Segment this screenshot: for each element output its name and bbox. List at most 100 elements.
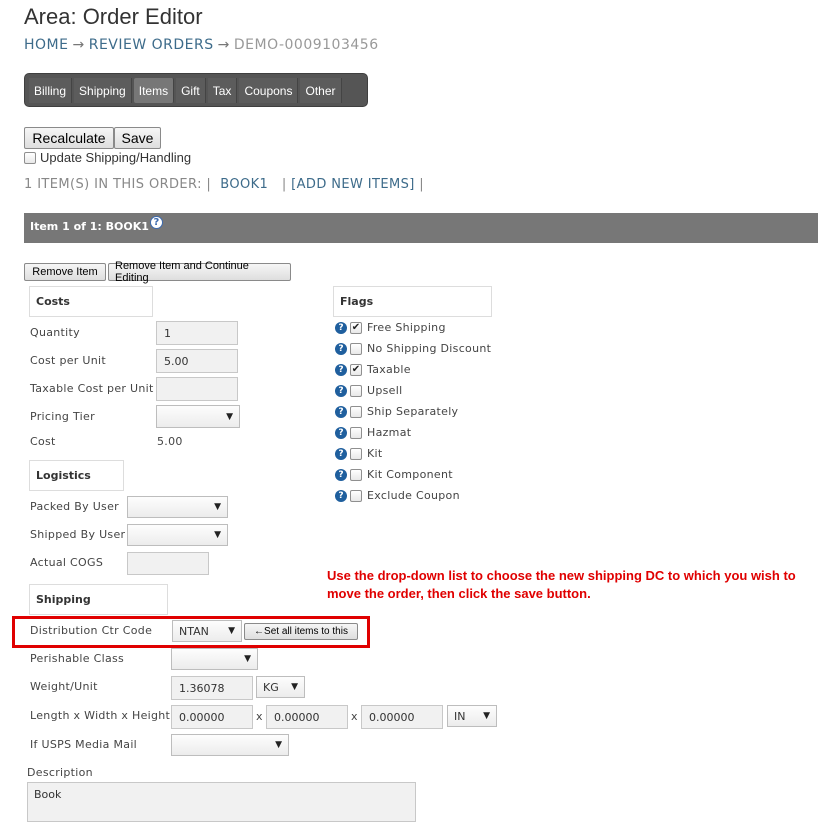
taxable-cost-label: Taxable Cost per Unit xyxy=(30,382,154,395)
help-icon[interactable]: ? xyxy=(335,321,347,334)
help-icon[interactable]: ? xyxy=(335,405,347,418)
flag-checkbox[interactable] xyxy=(350,405,362,418)
breadcrumb-arrow-icon: → xyxy=(72,37,85,53)
flag-label: Hazmat xyxy=(367,426,412,439)
usps-media-mail-label: If USPS Media Mail xyxy=(30,738,138,751)
flag-ship-separately: ? Ship Separately xyxy=(335,405,491,418)
tab-tax[interactable]: Tax xyxy=(207,78,238,103)
help-icon[interactable]: ? xyxy=(335,363,347,376)
width-field[interactable]: 0.00000 xyxy=(266,705,348,729)
flag-checkbox[interactable]: ✔ xyxy=(350,363,362,376)
tab-coupons[interactable]: Coupons xyxy=(239,78,299,103)
flag-checkbox[interactable] xyxy=(350,384,362,397)
chevron-down-icon: ▼ xyxy=(291,682,298,692)
flag-hazmat: ? Hazmat xyxy=(335,426,491,439)
breadcrumb: HOME → REVIEW ORDERS → DEMO-0009103456 xyxy=(24,37,379,53)
weight-unit-value: KG xyxy=(263,680,279,694)
help-icon[interactable]: ? xyxy=(335,468,347,481)
help-icon[interactable]: ? xyxy=(149,216,163,229)
packed-by-select[interactable]: ▼ xyxy=(127,496,228,518)
weight-unit-select[interactable]: KG ▼ xyxy=(256,676,305,698)
cost-value: 5.00 xyxy=(157,435,183,448)
quantity-field[interactable]: 1 xyxy=(156,321,238,345)
flags-list: ? ✔ Free Shipping ? No Shipping Discount ? ✔… xyxy=(335,321,491,502)
tab-items[interactable]: Items xyxy=(133,78,175,103)
shipped-by-label: Shipped By User xyxy=(30,528,126,541)
update-shipping-label: Update Shipping/Handling xyxy=(40,150,192,165)
save-button[interactable]: Save xyxy=(114,127,161,149)
packed-by-label: Packed By User xyxy=(30,500,119,513)
breadcrumb-review-orders[interactable]: REVIEW ORDERS xyxy=(89,37,214,53)
page-title: Area: Order Editor xyxy=(24,4,203,29)
help-icon[interactable]: ? xyxy=(335,384,347,397)
set-all-items-button[interactable]: ←Set all items to this xyxy=(244,623,358,640)
flag-free-shipping: ? ✔ Free Shipping xyxy=(335,321,491,334)
chevron-down-icon: ▼ xyxy=(226,411,233,422)
breadcrumb-home[interactable]: HOME xyxy=(24,37,68,53)
item-link-book1[interactable]: BOOK1 xyxy=(220,177,268,192)
breadcrumb-order-id: DEMO-0009103456 xyxy=(233,37,379,53)
flag-checkbox[interactable]: ✔ xyxy=(350,321,362,334)
tab-gift[interactable]: Gift xyxy=(176,78,206,103)
help-icon[interactable]: ? xyxy=(335,447,347,460)
distribution-ctr-value: NTAN xyxy=(179,624,209,638)
length-field[interactable]: 0.00000 xyxy=(171,705,253,729)
dimension-unit-select[interactable]: IN ▼ xyxy=(447,705,497,727)
tab-shipping[interactable]: Shipping xyxy=(74,78,132,103)
help-icon[interactable]: ? xyxy=(335,342,347,355)
cost-per-unit-label: Cost per Unit xyxy=(30,354,107,367)
logistics-heading: Logistics xyxy=(29,460,124,491)
flag-checkbox[interactable] xyxy=(350,468,362,481)
items-separator: | xyxy=(281,177,287,192)
remove-item-button[interactable]: Remove Item xyxy=(24,263,106,281)
tab-billing[interactable]: Billing xyxy=(29,78,73,103)
shipped-by-select[interactable]: ▼ xyxy=(127,524,228,546)
dimensions-label: Length x Width x Height xyxy=(30,709,171,722)
help-icon[interactable]: ? xyxy=(335,489,347,502)
usps-media-mail-select[interactable]: ▼ xyxy=(171,734,289,756)
tab-other[interactable]: Other xyxy=(300,78,342,103)
pricing-tier-select[interactable]: ▼ xyxy=(156,405,240,428)
flag-label: Kit xyxy=(367,447,383,460)
taxable-cost-field[interactable] xyxy=(156,377,238,401)
annotation-note: Use the drop-down list to choose the new… xyxy=(327,568,796,601)
flags-heading: Flags xyxy=(333,286,492,317)
flag-label: No Shipping Discount xyxy=(367,342,492,355)
cost-label: Cost xyxy=(30,435,56,448)
height-field[interactable]: 0.00000 xyxy=(361,705,443,729)
update-shipping-checkbox[interactable] xyxy=(24,151,36,164)
items-summary: 1 ITEM(S) IN THIS ORDER: | BOOK1 | [ADD … xyxy=(24,177,424,192)
flag-taxable: ? ✔ Taxable xyxy=(335,363,491,376)
weight-field[interactable]: 1.36078 xyxy=(171,676,253,700)
flag-label: Ship Separately xyxy=(367,405,459,418)
dims-x-2: x xyxy=(351,710,358,723)
flag-checkbox[interactable] xyxy=(350,426,362,439)
costs-heading: Costs xyxy=(29,286,153,317)
flag-exclude-coupon: ? Exclude Coupon xyxy=(335,489,491,502)
flag-upsell: ? Upsell xyxy=(335,384,491,397)
dims-x-1: x xyxy=(256,710,263,723)
flag-checkbox[interactable] xyxy=(350,489,362,502)
remove-item-continue-button[interactable]: Remove Item and Continue Editing xyxy=(108,260,291,284)
recalculate-button[interactable]: Recalculate xyxy=(24,127,114,149)
actual-cogs-field[interactable] xyxy=(127,552,209,575)
distribution-ctr-select[interactable]: NTAN ▼ xyxy=(172,620,242,642)
items-separator-end: | xyxy=(419,177,425,192)
perishable-class-select[interactable]: ▼ xyxy=(171,648,258,670)
actual-cogs-label: Actual COGS xyxy=(30,556,104,569)
quantity-label: Quantity xyxy=(30,326,80,339)
chevron-down-icon: ▼ xyxy=(214,502,221,512)
description-textarea[interactable]: Book xyxy=(27,782,416,822)
add-new-items-link[interactable]: [ADD NEW ITEMS] xyxy=(291,177,415,192)
perishable-class-label: Perishable Class xyxy=(30,652,125,665)
description-label: Description xyxy=(27,766,93,779)
flag-kit-component: ? Kit Component xyxy=(335,468,491,481)
dimension-unit-value: IN xyxy=(454,709,466,723)
flag-label: Taxable xyxy=(367,363,411,376)
flag-checkbox[interactable] xyxy=(350,342,362,355)
help-icon[interactable]: ? xyxy=(335,426,347,439)
weight-unit-label: Weight/Unit xyxy=(30,680,98,693)
shipping-heading: Shipping xyxy=(29,584,168,615)
flag-checkbox[interactable] xyxy=(350,447,362,460)
cost-per-unit-field[interactable]: 5.00 xyxy=(156,349,238,373)
